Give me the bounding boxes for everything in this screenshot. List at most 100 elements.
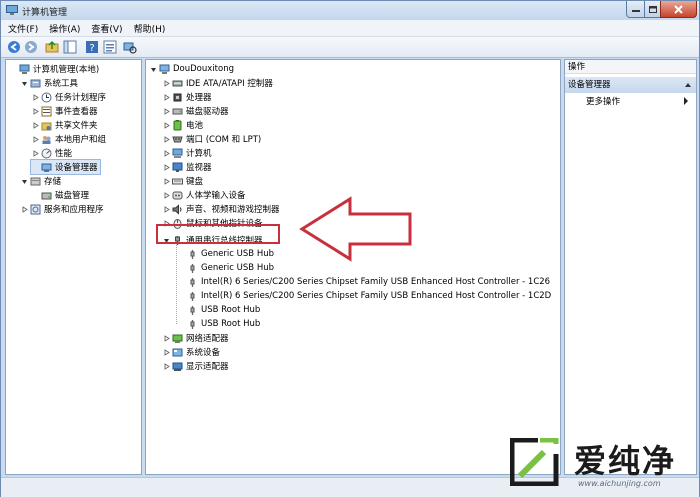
tree-item-label: 端口 (COM 和 LPT): [186, 135, 262, 145]
help-icon[interactable]: ?: [85, 40, 99, 54]
nav-tree-item[interactable]: 存储: [20, 174, 61, 188]
users-groups-icon: [42, 135, 51, 144]
usb-device-icon: [190, 291, 195, 301]
tree-item-label: 任务计划程序: [55, 93, 107, 103]
actions-pane: 操作 设备管理器 更多操作: [564, 59, 697, 475]
display-adapter-icon: [172, 362, 183, 371]
nav-tree-item[interactable]: 本地用户和组: [31, 132, 106, 146]
tree-item-label: 服务和应用程序: [44, 205, 104, 215]
tree-item-label: 人体学输入设备: [186, 191, 246, 201]
scan-hardware-icon[interactable]: [123, 40, 137, 54]
device-category[interactable]: 显示适配器: [162, 359, 229, 373]
tree-toggle-arrow[interactable]: [31, 121, 39, 129]
menu-help[interactable]: 帮助(H): [134, 22, 166, 35]
tree-toggle-arrow[interactable]: [20, 177, 28, 185]
system-device-icon: [172, 348, 183, 356]
menu-view[interactable]: 查看(V): [91, 22, 122, 35]
nav-tree-item[interactable]: 计算机管理(本地): [9, 62, 99, 76]
nav-tree-item[interactable]: 系统工具: [20, 76, 78, 90]
back-arrow-icon[interactable]: [7, 40, 21, 54]
nav-tree-item[interactable]: 磁盘管理: [31, 188, 89, 202]
usb-device-item[interactable]: Generic USB Hub: [177, 261, 274, 275]
tree-toggle-arrow[interactable]: [162, 121, 170, 129]
device-category[interactable]: IDE ATA/ATAPI 控制器: [162, 76, 273, 90]
tree-toggle-arrow[interactable]: [31, 149, 39, 157]
device-tree-root[interactable]: DouDouxitong: [149, 62, 234, 76]
menu-file[interactable]: 文件(F): [8, 22, 38, 35]
tree-toggle-arrow[interactable]: [20, 79, 28, 87]
tree-item-label: Generic USB Hub: [201, 249, 274, 259]
tree-toggle-arrow[interactable]: [31, 135, 39, 143]
tree-toggle-arrow[interactable]: [20, 205, 28, 213]
title-bar[interactable]: 计算机管理: [1, 1, 699, 20]
device-tree-pane: DouDouxitong IDE ATA/ATAPI 控制器 处理器磁盘驱动器 电池端…: [145, 59, 561, 475]
usb-device-item[interactable]: Generic USB Hub: [177, 247, 274, 261]
tree-toggle-arrow[interactable]: [162, 107, 170, 115]
forward-arrow-icon[interactable]: [24, 40, 38, 54]
tree-toggle-arrow[interactable]: [162, 205, 170, 213]
device-category[interactable]: 网络适配器: [162, 331, 229, 345]
tree-item-label: Generic USB Hub: [201, 263, 274, 273]
nav-tree-item[interactable]: 服务和应用程序: [20, 202, 104, 216]
device-category[interactable]: 磁盘驱动器: [162, 104, 229, 118]
minimize-button[interactable]: [626, 1, 645, 18]
tree-toggle-arrow[interactable]: [162, 348, 170, 356]
device-category[interactable]: 计算机: [162, 146, 212, 160]
device-category[interactable]: 人体学输入设备: [162, 188, 246, 202]
device-category[interactable]: 系统设备: [162, 345, 220, 359]
tree-item-label: USB Root Hub: [201, 319, 261, 329]
properties-icon[interactable]: [103, 40, 117, 54]
actions-section-device-manager[interactable]: 设备管理器: [565, 77, 696, 93]
menu-action[interactable]: 操作(A): [49, 22, 80, 35]
tree-item-label: 性能: [55, 149, 73, 159]
usb-device-item[interactable]: USB Root Hub: [177, 303, 260, 317]
usb-highlight-box: [156, 224, 280, 244]
show-hide-tree-icon[interactable]: [63, 40, 77, 54]
watermark-brand: 爱纯净: [574, 442, 677, 480]
maximize-button[interactable]: [644, 1, 661, 18]
device-category[interactable]: 端口 (COM 和 LPT): [162, 132, 261, 146]
tree-toggle-arrow[interactable]: [149, 65, 157, 73]
nav-tree-item[interactable]: 共享文件夹: [31, 118, 98, 132]
tree-item-label: 声音、视频和游戏控制器: [186, 205, 280, 215]
tree-item-label: 存储: [44, 177, 62, 187]
more-actions-link[interactable]: 更多操作: [586, 95, 620, 107]
disk-drive-icon: [172, 108, 183, 114]
usb-device-item[interactable]: USB Root Hub: [177, 317, 260, 331]
tree-item-label: 事件查看器: [55, 107, 98, 117]
nav-tree-item[interactable]: 设备管理器: [30, 159, 101, 175]
tree-toggle-arrow[interactable]: [162, 334, 170, 342]
tree-toggle-arrow[interactable]: [162, 191, 170, 199]
nav-tree-item[interactable]: 性能: [31, 146, 72, 160]
device-category[interactable]: 监视器: [162, 160, 212, 174]
navigation-tree-pane: 计算机管理(本地) 系统工具任务计划程序 事件查看器 共享文件夹 本地用户和组性能 设备管…: [5, 59, 142, 475]
up-folder-icon[interactable]: [45, 40, 59, 54]
device-category[interactable]: 电池: [162, 118, 203, 132]
nav-tree-item[interactable]: 事件查看器: [31, 104, 98, 118]
usb-device-item[interactable]: Intel(R) 6 Series/C200 Series Chipset Fa…: [177, 275, 550, 289]
performance-icon: [41, 148, 52, 158]
tree-toggle-arrow[interactable]: [31, 107, 39, 115]
tree-toggle-arrow[interactable]: [162, 163, 170, 171]
tree-toggle-arrow[interactable]: [162, 177, 170, 185]
device-category[interactable]: 键盘: [162, 174, 203, 188]
collapse-up-icon[interactable]: [684, 81, 692, 89]
tree-item-label: 网络适配器: [186, 334, 229, 344]
tree-toggle-arrow[interactable]: [162, 149, 170, 157]
watermark-url: www.aichunjing.com: [578, 479, 661, 488]
tree-toggle-arrow[interactable]: [162, 135, 170, 143]
close-button[interactable]: [660, 1, 697, 18]
tree-item-label: 磁盘驱动器: [186, 107, 229, 117]
tree-toggle-arrow[interactable]: [162, 362, 170, 370]
tree-toggle-arrow[interactable]: [162, 79, 170, 87]
device-category[interactable]: 声音、视频和游戏控制器: [162, 202, 280, 216]
keyboard-icon: [172, 178, 183, 184]
nav-tree-item[interactable]: 任务计划程序: [31, 90, 106, 104]
tree-toggle-arrow[interactable]: [31, 93, 39, 101]
disk-management-icon: [41, 192, 52, 199]
device-category[interactable]: 处理器: [162, 90, 212, 104]
tree-item-label: Intel(R) 6 Series/C200 Series Chipset Fa…: [201, 291, 552, 301]
tree-toggle-arrow[interactable]: [162, 93, 170, 101]
minimize-icon: [631, 10, 640, 12]
usb-device-item[interactable]: Intel(R) 6 Series/C200 Series Chipset Fa…: [177, 289, 551, 303]
